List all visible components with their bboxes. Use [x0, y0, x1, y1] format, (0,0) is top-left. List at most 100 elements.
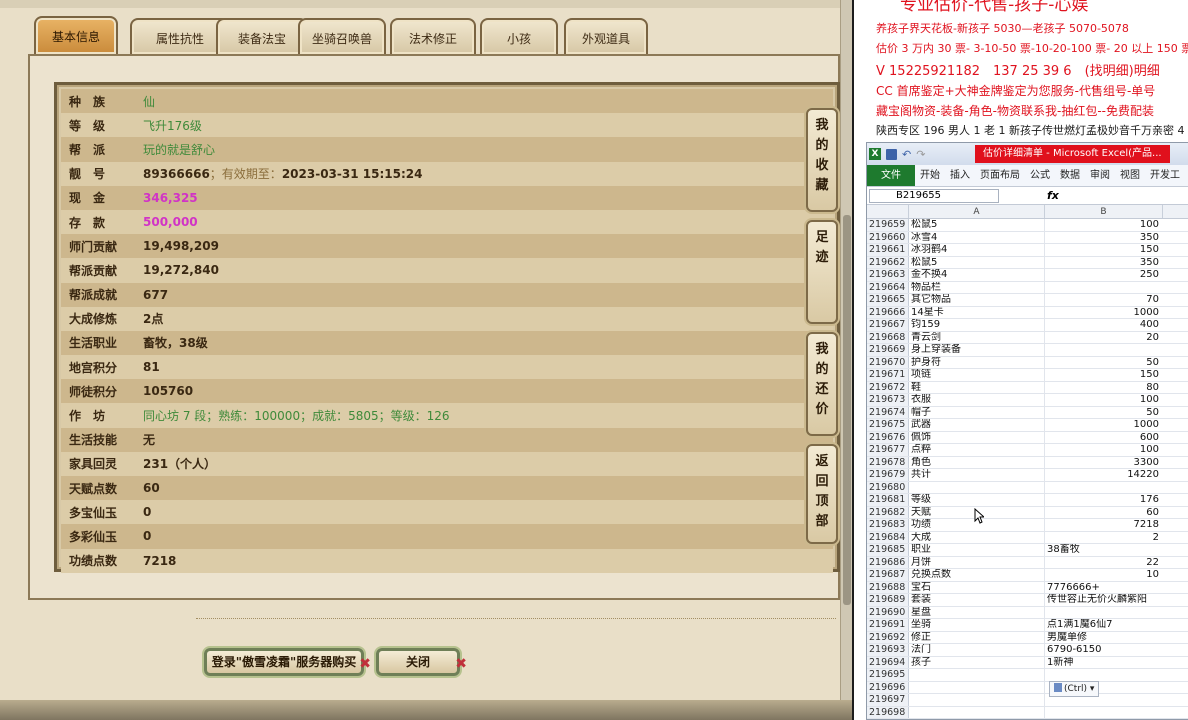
cell-b[interactable]: 2 [1045, 532, 1163, 544]
row-number[interactable]: 219689 [867, 594, 909, 606]
scrollbar-thumb[interactable] [843, 215, 851, 605]
cell-b[interactable]: 176 [1045, 494, 1163, 506]
row-number[interactable]: 219680 [867, 481, 909, 493]
cell-a[interactable]: 松鼠5 [909, 256, 1045, 268]
cell-a[interactable]: 套装 [909, 594, 1045, 606]
cell-a[interactable] [909, 681, 1045, 693]
row-number[interactable]: 219663 [867, 269, 909, 281]
ribbon-file-tab[interactable]: 文件 [867, 165, 915, 186]
cell-b[interactable]: 14220 [1045, 469, 1163, 481]
cell-b[interactable]: 350 [1045, 257, 1163, 269]
cell-a[interactable]: 法门 [909, 644, 1045, 656]
ribbon-tab-developer[interactable]: 开发工 [1145, 165, 1185, 186]
cell-b[interactable]: 80 [1045, 382, 1163, 394]
cell-a[interactable]: 孩子 [909, 656, 1045, 668]
sheet-row[interactable]: 219673 衣服 100 [867, 394, 1188, 407]
tab-spell-correction[interactable]: 法术修正 [390, 18, 476, 54]
row-number[interactable]: 219693 [867, 644, 909, 656]
ribbon-tab-insert[interactable]: 插入 [945, 165, 975, 186]
cell-a[interactable]: 等级 [909, 494, 1045, 506]
cell-b[interactable] [1045, 669, 1163, 681]
row-number[interactable]: 219665 [867, 294, 909, 306]
sheet-row[interactable]: 219660 冰雪4 350 [867, 231, 1188, 244]
row-number[interactable]: 219660 [867, 231, 909, 243]
tab-basic-info[interactable]: 基本信息 [34, 16, 118, 54]
sheet-grid[interactable]: 219659 松鼠5 100 219660 冰雪4 350 219661 冰羽鹤4 150 219… [867, 219, 1188, 719]
row-number[interactable]: 219670 [867, 356, 909, 368]
cell-b[interactable]: 250 [1045, 269, 1163, 281]
row-number[interactable]: 219681 [867, 494, 909, 506]
cell-b[interactable]: 10 [1045, 569, 1163, 581]
cell-b[interactable]: 3300 [1045, 457, 1163, 469]
column-header-b[interactable]: B [1045, 205, 1163, 218]
cell-a[interactable]: 坐骑 [909, 619, 1045, 631]
row-number[interactable]: 219697 [867, 694, 909, 706]
sheet-row[interactable]: 219675 武器 1000 [867, 419, 1188, 432]
sheet-row[interactable]: 219671 项链 150 [867, 369, 1188, 382]
cell-a[interactable]: 点粹 [909, 444, 1045, 456]
ribbon-tab-review[interactable]: 审阅 [1085, 165, 1115, 186]
row-number[interactable]: 219682 [867, 506, 909, 518]
row-number[interactable]: 219678 [867, 456, 909, 468]
row-number[interactable]: 219683 [867, 519, 909, 531]
cell-a[interactable]: 职业 [909, 544, 1045, 556]
sheet-row[interactable]: 219693 法门 6790-6150 [867, 644, 1188, 657]
cell-a[interactable]: 冰羽鹤4 [909, 244, 1045, 256]
cell-a[interactable] [909, 694, 1045, 706]
cell-a[interactable]: 武器 [909, 419, 1045, 431]
cell-b[interactable]: 50 [1045, 357, 1163, 369]
row-number[interactable]: 219684 [867, 531, 909, 543]
cell-b[interactable]: 350 [1045, 232, 1163, 244]
row-number[interactable]: 219686 [867, 556, 909, 568]
sheet-row[interactable]: 219659 松鼠5 100 [867, 219, 1188, 232]
cell-a[interactable]: 身上穿装备 [909, 344, 1045, 356]
cell-a[interactable]: 佩饰 [909, 431, 1045, 443]
sheet-row[interactable]: 219672 鞋 80 [867, 381, 1188, 394]
cell-b[interactable]: 6790-6150 [1045, 644, 1163, 656]
cell-b[interactable] [1045, 282, 1163, 294]
fx-icon[interactable]: fx [1047, 189, 1059, 202]
row-number[interactable]: 219694 [867, 656, 909, 668]
cell-a[interactable]: 兑换点数 [909, 569, 1045, 581]
cell-b[interactable]: 1000 [1045, 419, 1163, 431]
cell-b[interactable]: 7776666+ [1045, 582, 1163, 594]
cell-b[interactable]: 150 [1045, 244, 1163, 256]
cell-b[interactable]: 600 [1045, 432, 1163, 444]
row-number[interactable]: 219677 [867, 444, 909, 456]
sheet-row[interactable]: 219662 松鼠5 350 [867, 256, 1188, 269]
cell-a[interactable]: 物品栏 [909, 281, 1045, 293]
undo-icon[interactable]: ↶ [902, 148, 911, 161]
cell-a[interactable] [909, 481, 1045, 493]
row-number[interactable]: 219669 [867, 344, 909, 356]
tab-appearance[interactable]: 外观道具 [564, 18, 648, 54]
sheet-row[interactable]: 219665 其它物品 70 [867, 294, 1188, 307]
sheet-row[interactable]: 219691 坐骑 点1满1魔6仙7 [867, 619, 1188, 632]
cell-a[interactable]: 青云剑 [909, 331, 1045, 343]
sheet-row[interactable]: 219679 共计 14220 [867, 469, 1188, 482]
scrollbar[interactable] [840, 0, 852, 720]
row-number[interactable]: 219661 [867, 244, 909, 256]
column-header-a[interactable]: A [909, 205, 1045, 218]
cell-a[interactable] [909, 706, 1045, 718]
cell-a[interactable]: 大成 [909, 531, 1045, 543]
sheet-row[interactable]: 219697 [867, 694, 1188, 707]
tab-attributes[interactable]: 属性抗性 [130, 18, 230, 54]
cell-a[interactable]: 钧159 [909, 319, 1045, 331]
cell-a[interactable]: 冰雪4 [909, 231, 1045, 243]
back-to-top-button[interactable]: 返回顶部 [806, 444, 838, 544]
row-number[interactable]: 219687 [867, 569, 909, 581]
sheet-row[interactable]: 219676 佩饰 600 [867, 431, 1188, 444]
sheet-row[interactable]: 219684 大成 2 [867, 531, 1188, 544]
column-header-c[interactable] [1163, 205, 1188, 218]
row-number[interactable]: 219668 [867, 331, 909, 343]
sheet-row[interactable]: 219696 [867, 681, 1188, 694]
tab-equipment[interactable]: 装备法宝 [216, 18, 308, 54]
cell-a[interactable]: 帽子 [909, 406, 1045, 418]
row-number[interactable]: 219667 [867, 319, 909, 331]
sheet-row[interactable]: 219687 兑换点数 10 [867, 569, 1188, 582]
login-buy-button[interactable]: 登录"傲雪凌霜"服务器购买 ✖ [204, 648, 371, 676]
name-box[interactable]: B219655 [869, 188, 999, 203]
cell-b[interactable] [1045, 482, 1163, 494]
ribbon-tab-formulas[interactable]: 公式 [1025, 165, 1055, 186]
sheet-row[interactable]: 219695 [867, 669, 1188, 682]
